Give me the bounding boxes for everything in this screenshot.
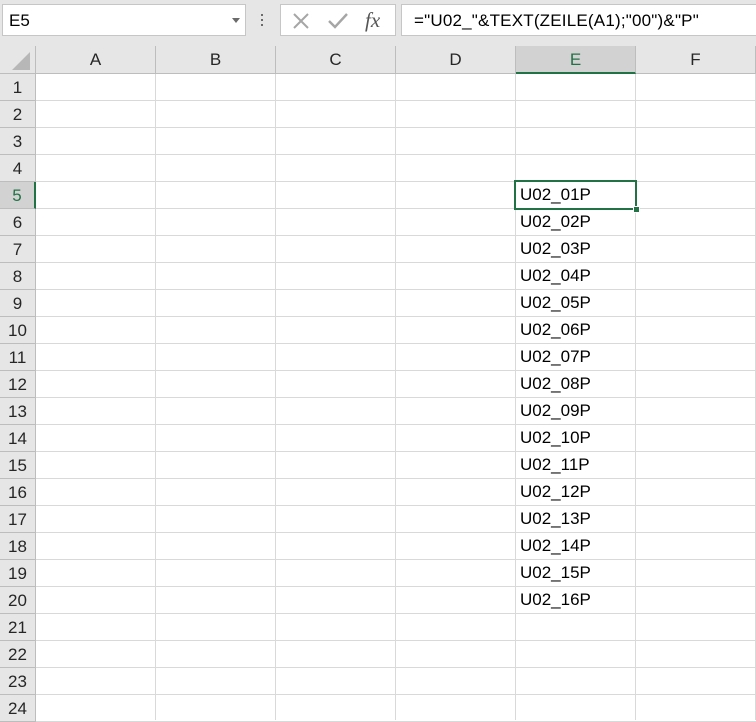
row-header-7[interactable]: 7 [0,236,36,263]
row-header-18[interactable]: 18 [0,533,36,560]
name-box-value[interactable]: E5 [9,11,30,31]
cell-e16[interactable]: U02_12P [520,482,591,502]
formula-buttons: fx [280,4,396,36]
row-header-20[interactable]: 20 [0,587,36,614]
gridline-horizontal [36,694,756,695]
row-header-2[interactable]: 2 [0,101,36,128]
column-header-e[interactable]: E [516,46,636,74]
cell-e18[interactable]: U02_14P [520,536,591,556]
cell-e14[interactable]: U02_10P [520,428,591,448]
column-header-f[interactable]: F [636,46,756,74]
cell-e20[interactable]: U02_16P [520,590,591,610]
cancel-icon[interactable] [291,11,311,36]
row-header-1[interactable]: 1 [0,74,36,101]
gridline-horizontal [36,667,756,668]
cell-e12[interactable]: U02_08P [520,374,591,394]
row-header-15[interactable]: 15 [0,452,36,479]
gridline-horizontal [36,505,756,506]
gridline-horizontal [36,559,756,560]
cell-e8[interactable]: U02_04P [520,266,591,286]
row-header-24[interactable]: 24 [0,695,36,722]
gridline-horizontal [36,262,756,263]
gridline-horizontal [36,397,756,398]
gridline-horizontal [36,208,756,209]
row-header-22[interactable]: 22 [0,641,36,668]
gridline-horizontal [36,127,756,128]
insert-function-icon[interactable]: fx [365,8,380,33]
cell-e10[interactable]: U02_06P [520,320,591,340]
select-all-button[interactable] [0,46,36,74]
cell-e7[interactable]: U02_03P [520,239,591,259]
gridline-horizontal [36,532,756,533]
gridline-horizontal [36,235,756,236]
gridline-horizontal [36,100,756,101]
row-header-12[interactable]: 12 [0,371,36,398]
row-header-6[interactable]: 6 [0,209,36,236]
row-header-11[interactable]: 11 [0,344,36,371]
column-header-a[interactable]: A [36,46,156,74]
row-header-8[interactable]: 8 [0,263,36,290]
gridline-horizontal [36,154,756,155]
row-header-17[interactable]: 17 [0,506,36,533]
row-header-10[interactable]: 10 [0,317,36,344]
gridline-horizontal [36,316,756,317]
row-header-9[interactable]: 9 [0,290,36,317]
gridline-horizontal [36,424,756,425]
column-header-c[interactable]: C [276,46,396,74]
cell-e11[interactable]: U02_07P [520,347,591,367]
gridline-horizontal [36,613,756,614]
worksheet-grid: ABCDEF 1 2 3 4 5 6 7 8 9 10 11 12 13 14 15 16 17 18 19 20 21… [0,46,756,722]
more-options-icon[interactable] [260,12,264,28]
name-box[interactable]: E5 [2,4,246,36]
gridline-horizontal [36,181,756,182]
gridline-horizontal [36,370,756,371]
gridline-horizontal [36,586,756,587]
formula-text[interactable]: ="U02_"&TEXT(ZEILE(A1);"00")&"P" [414,11,699,31]
cell-e9[interactable]: U02_05P [520,293,591,313]
active-cell-border[interactable] [514,180,637,210]
row-header-14[interactable]: 14 [0,425,36,452]
column-header-b[interactable]: B [156,46,276,74]
row-header-5[interactable]: 5 [0,182,36,209]
gridline-horizontal [36,289,756,290]
formula-bar: E5 fx ="U02_"&TEXT(ZEILE(A1);"00")&"P" [0,0,756,46]
column-header-d[interactable]: D [396,46,516,74]
row-header-23[interactable]: 23 [0,668,36,695]
row-header-16[interactable]: 16 [0,479,36,506]
enter-icon[interactable] [327,11,349,36]
formula-input[interactable]: ="U02_"&TEXT(ZEILE(A1);"00")&"P" [401,4,756,36]
cell-e6[interactable]: U02_02P [520,212,591,232]
row-header-21[interactable]: 21 [0,614,36,641]
cell-e15[interactable]: U02_11P [520,455,590,475]
cell-e19[interactable]: U02_15P [520,563,591,583]
row-header-13[interactable]: 13 [0,398,36,425]
row-header-3[interactable]: 3 [0,128,36,155]
gridline-horizontal [36,640,756,641]
gridline-horizontal [36,451,756,452]
cell-area[interactable]: U02_01P U02_02P U02_03P U02_04P U02_05P U02_0… [36,74,756,722]
cell-e17[interactable]: U02_13P [520,509,591,529]
gridline-horizontal [36,478,756,479]
cell-e13[interactable]: U02_09P [520,401,591,421]
fill-handle[interactable] [633,206,640,213]
dropdown-arrow-icon[interactable] [232,18,240,23]
gridline-horizontal [36,343,756,344]
row-header-4[interactable]: 4 [0,155,36,182]
row-header-19[interactable]: 19 [0,560,36,587]
